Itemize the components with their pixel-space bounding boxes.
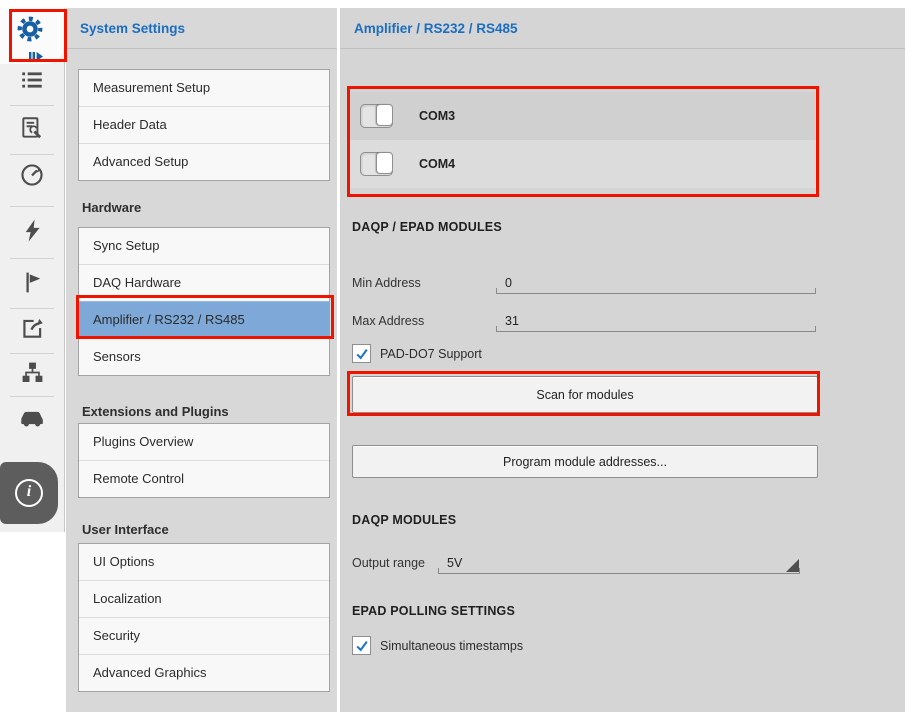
sidebar-divider (10, 353, 54, 354)
max-address-value: 31 (505, 314, 519, 328)
output-range-value: 5V (447, 556, 462, 570)
menu-item-remote-control[interactable]: Remote Control (79, 460, 329, 497)
min-address-value: 0 (505, 276, 512, 290)
menu-item-security[interactable]: Security (79, 617, 329, 654)
menu-group-general: Measurement Setup Header Data Advanced S… (78, 69, 330, 181)
menu-item-advanced-setup[interactable]: Advanced Setup (79, 143, 329, 180)
menu-item-sync-setup[interactable]: Sync Setup (79, 228, 329, 264)
system-settings-panel: System Settings Measurement Setup Header… (66, 8, 337, 712)
menu-group-hardware: Sync Setup DAQ Hardware Amplifier / RS23… (78, 227, 330, 376)
sidebar-tab-settings[interactable] (0, 8, 64, 64)
channel-list-icon (19, 67, 45, 98)
sidebar-divider (10, 396, 54, 397)
max-address-row: Max Address 31 (352, 304, 816, 332)
sidebar-divider (10, 308, 54, 309)
com3-toggle[interactable] (360, 104, 393, 128)
pad-do7-checkbox[interactable] (352, 344, 371, 363)
output-range-label: Output range (352, 556, 438, 574)
simultaneous-timestamps-row: Simultaneous timestamps (352, 636, 523, 655)
menu-item-header-data[interactable]: Header Data (79, 106, 329, 143)
sidebar-divider (10, 206, 54, 207)
sidebar-tab-measure[interactable] (12, 157, 52, 197)
epad-polling-settings-heading: EPAD POLLING SETTINGS (352, 604, 515, 618)
min-address-input[interactable]: 0 (496, 270, 816, 294)
menu-group-label-hardware: Hardware (82, 200, 141, 215)
menu-panel-title: System Settings (66, 8, 337, 49)
menu-item-measurement-setup[interactable]: Measurement Setup (79, 70, 329, 106)
min-address-label: Min Address (352, 276, 496, 294)
menu-group-extensions: Plugins Overview Remote Control (78, 423, 330, 498)
toggle-knob (376, 104, 393, 126)
info-icon: i (15, 479, 43, 507)
checkmark-icon (355, 347, 369, 361)
menu-group-user-interface: UI Options Localization Security Advance… (78, 543, 330, 692)
sidebar-tab-flag[interactable] (12, 265, 52, 305)
com-port-label: COM4 (419, 157, 455, 171)
menu-item-amplifier-rs232-rs485[interactable]: Amplifier / RS232 / RS485 (79, 301, 329, 338)
checkmark-icon (355, 639, 369, 653)
output-range-dropdown[interactable]: 5V (438, 550, 800, 574)
com4-toggle[interactable] (360, 152, 393, 176)
sidebar-tab-setup-file[interactable] (12, 110, 52, 150)
export-share-icon (19, 315, 45, 346)
sidebar-divider (10, 154, 54, 155)
com-port-label: COM3 (419, 109, 455, 123)
com-port-row: COM4 (348, 140, 818, 188)
sidebar-divider (10, 105, 54, 106)
sidebar-tab-channel-list[interactable] (12, 62, 52, 102)
setup-file-wrench-icon (19, 115, 45, 146)
sidebar-divider (10, 258, 54, 259)
max-address-input[interactable]: 31 (496, 308, 816, 332)
main-panel-title: Amplifier / RS232 / RS485 (340, 8, 905, 49)
amplifier-settings-panel: Amplifier / RS232 / RS485 COM3 COM4 DAQP… (340, 8, 905, 712)
menu-group-label-extensions: Extensions and Plugins (82, 404, 229, 419)
lightning-icon (20, 218, 45, 248)
daqp-epad-modules-heading: DAQP / EPAD MODULES (352, 220, 502, 234)
speedometer-icon (19, 162, 45, 193)
output-range-row: Output range 5V (352, 546, 800, 574)
sidebar-tab-vehicle[interactable] (12, 400, 52, 440)
settings-gear-icon (15, 14, 45, 49)
dropdown-arrow-icon (786, 559, 799, 572)
max-address-label: Max Address (352, 314, 496, 332)
scan-for-modules-button[interactable]: Scan for modules (352, 376, 818, 413)
min-address-row: Min Address 0 (352, 266, 816, 294)
daqp-modules-heading: DAQP MODULES (352, 513, 456, 527)
pad-do7-row: PAD-DO7 Support (352, 344, 482, 363)
icon-sidebar: i (0, 8, 65, 532)
simultaneous-timestamps-label: Simultaneous timestamps (380, 639, 523, 653)
menu-group-label-user-interface: User Interface (82, 522, 169, 537)
car-icon (18, 404, 46, 437)
simultaneous-timestamps-checkbox[interactable] (352, 636, 371, 655)
menu-item-advanced-graphics[interactable]: Advanced Graphics (79, 654, 329, 691)
menu-item-sensors[interactable]: Sensors (79, 338, 329, 375)
menu-item-ui-options[interactable]: UI Options (79, 544, 329, 580)
sidebar-tab-trigger[interactable] (12, 213, 52, 253)
pad-do7-label: PAD-DO7 Support (380, 347, 482, 361)
menu-item-daq-hardware[interactable]: DAQ Hardware (79, 264, 329, 301)
menu-item-localization[interactable]: Localization (79, 580, 329, 617)
sidebar-tab-export[interactable] (12, 310, 52, 350)
menu-item-plugins-overview[interactable]: Plugins Overview (79, 424, 329, 460)
com-port-row: COM3 (348, 92, 818, 140)
toggle-knob (376, 152, 393, 174)
sidebar-tab-network[interactable] (12, 355, 52, 395)
sitemap-icon (20, 360, 45, 390)
program-module-addresses-button[interactable]: Program module addresses... (352, 445, 818, 478)
sidebar-tab-info[interactable]: i (0, 462, 58, 524)
flag-icon (20, 270, 45, 300)
